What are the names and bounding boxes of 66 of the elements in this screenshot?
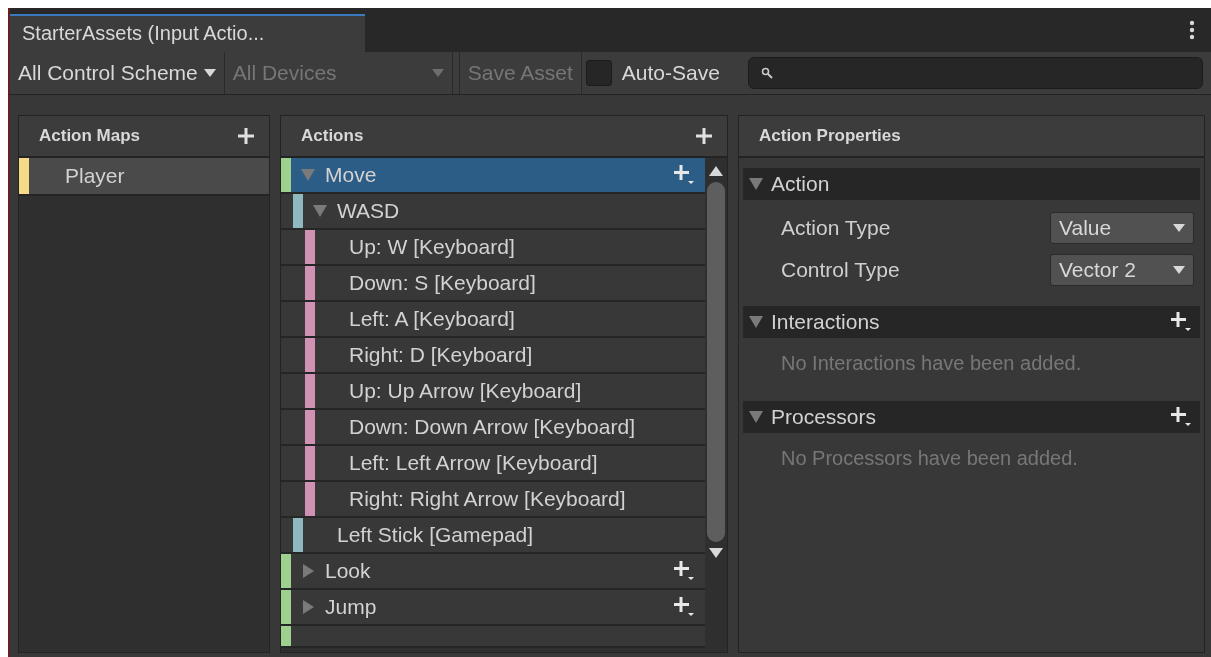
- tree-row-label: Up: W [Keyboard]: [349, 235, 516, 259]
- tree-row-label: WASD: [337, 199, 401, 223]
- tree-row[interactable]: Up: W [Keyboard]: [281, 230, 705, 266]
- add-dropdown-icon[interactable]: [1170, 406, 1192, 428]
- caret-icon: [1173, 266, 1185, 274]
- tree-row-label: Jump: [325, 595, 378, 619]
- caret-icon: [203, 69, 216, 77]
- expanded-arrow-icon[interactable]: [313, 204, 327, 218]
- tree-row[interactable]: Left: A [Keyboard]: [281, 302, 705, 338]
- tree-row-label: Up: Up Arrow [Keyboard]: [349, 379, 583, 403]
- tree-row[interactable]: Left: Left Arrow [Keyboard]: [281, 446, 705, 482]
- tree-row[interactable]: Look: [281, 554, 705, 590]
- collapsed-arrow-icon[interactable]: [301, 564, 315, 578]
- auto-save-checkbox[interactable]: [585, 60, 612, 86]
- tree-row[interactable]: Jump: [281, 590, 705, 626]
- add-dropdown-icon[interactable]: [673, 164, 695, 186]
- kind-color-bar: [281, 626, 291, 646]
- add-dropdown-icon[interactable]: [673, 560, 695, 582]
- tree-row-label: Left Stick [Gamepad]: [337, 523, 535, 547]
- panel-title: Actions: [301, 126, 364, 146]
- tree-row[interactable]: [281, 626, 705, 648]
- add-icon[interactable]: [695, 127, 713, 145]
- tree-row-label: Down: S [Keyboard]: [349, 271, 537, 295]
- add-dropdown-icon[interactable]: [1170, 311, 1192, 333]
- caret-icon: [1173, 224, 1185, 232]
- empty-list-message: No Interactions have been added.: [780, 351, 1083, 376]
- more-options-icon[interactable]: [1189, 20, 1195, 40]
- expanded-arrow-icon[interactable]: [749, 410, 763, 424]
- tree-row[interactable]: Down: Down Arrow [Keyboard]: [281, 410, 705, 446]
- field-label: Control Type: [781, 258, 900, 282]
- tree-row-label: Move: [325, 163, 378, 187]
- expanded-arrow-icon[interactable]: [749, 177, 763, 191]
- window-tab[interactable]: StarterAssets (Input Actio...: [10, 14, 365, 52]
- scroll-down-icon[interactable]: [709, 548, 723, 558]
- add-dropdown-icon[interactable]: [673, 596, 695, 618]
- section-header[interactable]: Action: [743, 168, 1200, 200]
- tree-row[interactable]: Left Stick [Gamepad]: [281, 518, 705, 554]
- panel-title: Action Properties: [759, 126, 901, 146]
- tree-row[interactable]: WASD: [281, 194, 705, 230]
- search-icon: [760, 67, 773, 79]
- empty-list-message: No Processors have been added.: [780, 446, 1079, 471]
- collapsed-arrow-icon[interactable]: [301, 600, 315, 614]
- tree-row-label: Right: D [Keyboard]: [349, 343, 534, 367]
- tree-row[interactable]: Right: D [Keyboard]: [281, 338, 705, 374]
- scroll-up-icon[interactable]: [709, 166, 723, 176]
- field-label: Action Type: [781, 216, 891, 240]
- tree-row-label: Down: Down Arrow [Keyboard]: [349, 415, 636, 439]
- section-header[interactable]: Interactions: [743, 306, 1200, 338]
- panel-title: Action Maps: [39, 126, 141, 146]
- type-dropdown[interactable]: Vector 2: [1050, 254, 1194, 286]
- add-icon[interactable]: [237, 127, 255, 145]
- action-map-item[interactable]: Player: [19, 158, 269, 196]
- tree-row-label: Left: A [Keyboard]: [349, 307, 516, 331]
- section-header[interactable]: Processors: [743, 401, 1200, 433]
- tree-row-label: Left: Left Arrow [Keyboard]: [349, 451, 599, 475]
- tree-row-label: Look: [325, 559, 372, 583]
- search-field[interactable]: [747, 57, 1203, 89]
- tree-row-label: Right: Right Arrow [Keyboard]: [349, 487, 627, 511]
- auto-save-label: Auto-Save: [621, 61, 720, 85]
- tree-row[interactable]: Up: Up Arrow [Keyboard]: [281, 374, 705, 410]
- tree-row[interactable]: Right: Right Arrow [Keyboard]: [281, 482, 705, 518]
- caret-icon: [431, 69, 444, 77]
- type-dropdown[interactable]: Value: [1050, 212, 1194, 244]
- tree-row[interactable]: Down: S [Keyboard]: [281, 266, 705, 302]
- tree-row[interactable]: Move: [281, 158, 705, 194]
- expanded-arrow-icon[interactable]: [749, 315, 763, 329]
